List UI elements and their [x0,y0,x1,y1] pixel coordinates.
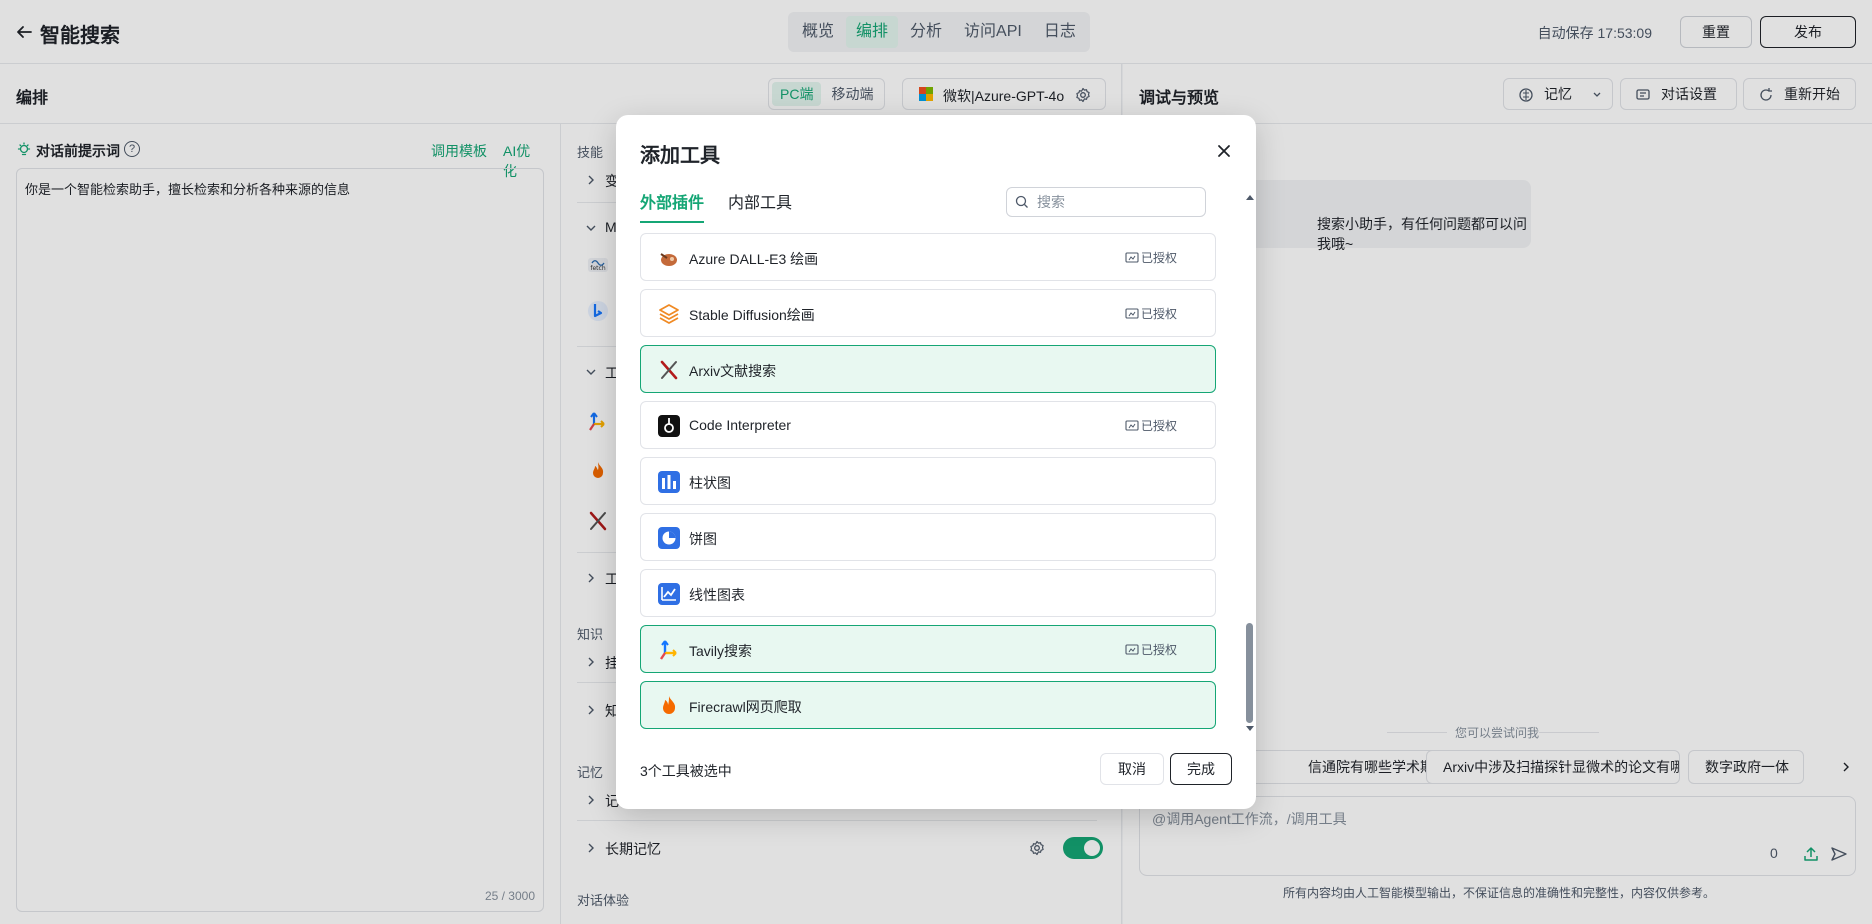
add-tool-modal: 添加工具 外部插件 内部工具 Azure DALL-E3 绘画 已授权 Stab… [616,115,1256,809]
stable-diffusion-icon [659,304,679,324]
search-input[interactable] [1037,192,1197,212]
line-chart-icon [658,583,680,605]
scrollbar-thumb[interactable] [1246,623,1253,723]
authorized-icon [1125,420,1139,431]
plugin-name: Code Interpreter [689,417,791,433]
pie-chart-icon [658,527,680,549]
close-icon[interactable] [1214,141,1234,161]
scroll-down-icon[interactable] [1245,725,1255,733]
authorized-icon [1125,252,1139,263]
plugin-name: 饼图 [689,531,717,547]
plugin-name: Stable Diffusion绘画 [689,307,815,323]
plugin-name: 柱状图 [689,475,731,491]
plugin-name: Firecrawl网页爬取 [689,699,802,715]
plugin-name: Azure DALL-E3 绘画 [689,251,819,267]
plugin-item[interactable]: Firecrawl网页爬取 [640,681,1216,729]
selected-count: 3个工具被选中 [640,763,732,779]
plugin-item[interactable]: 饼图 [640,513,1216,561]
plugin-item[interactable]: 线性图表 [640,569,1216,617]
authorized-label: 已授权 [1141,307,1178,321]
plugin-item[interactable]: Azure DALL-E3 绘画 已授权 [640,233,1216,281]
search-icon [1015,195,1028,208]
tab-internal-tools[interactable]: 内部工具 [728,189,792,221]
authorized-label: 已授权 [1141,419,1178,433]
plugin-name: Arxiv文献搜索 [689,363,777,379]
dalle-icon [660,253,677,266]
plugin-name: 线性图表 [689,587,745,603]
plugin-item[interactable]: 柱状图 [640,457,1216,505]
done-button[interactable]: 完成 [1170,753,1232,785]
plugin-name: Tavily搜索 [689,643,753,659]
scrollbar[interactable] [1244,193,1256,733]
plugin-item[interactable]: Tavily搜索 已授权 [640,625,1216,673]
plugin-item[interactable]: Stable Diffusion绘画 已授权 [640,289,1216,337]
firecrawl-icon [663,696,676,714]
cancel-button[interactable]: 取消 [1100,753,1164,785]
plugin-list: Azure DALL-E3 绘画 已授权 Stable Diffusion绘画 … [640,225,1216,841]
arxiv-icon [660,360,678,380]
tab-external-plugins[interactable]: 外部插件 [640,189,705,223]
plugin-search[interactable] [1006,187,1206,217]
code-interpreter-icon [658,415,680,437]
authorized-icon [1125,644,1139,655]
modal-title: 添加工具 [640,145,720,167]
plugin-item[interactable]: Code Interpreter 已授权 [640,401,1216,449]
authorized-label: 已授权 [1141,643,1178,657]
scroll-up-icon[interactable] [1245,193,1255,201]
plugin-item[interactable]: Arxiv文献搜索 [640,345,1216,393]
tavily-icon [660,640,677,660]
authorized-icon [1125,308,1139,319]
bar-chart-icon [658,471,680,493]
authorized-label: 已授权 [1141,251,1178,265]
